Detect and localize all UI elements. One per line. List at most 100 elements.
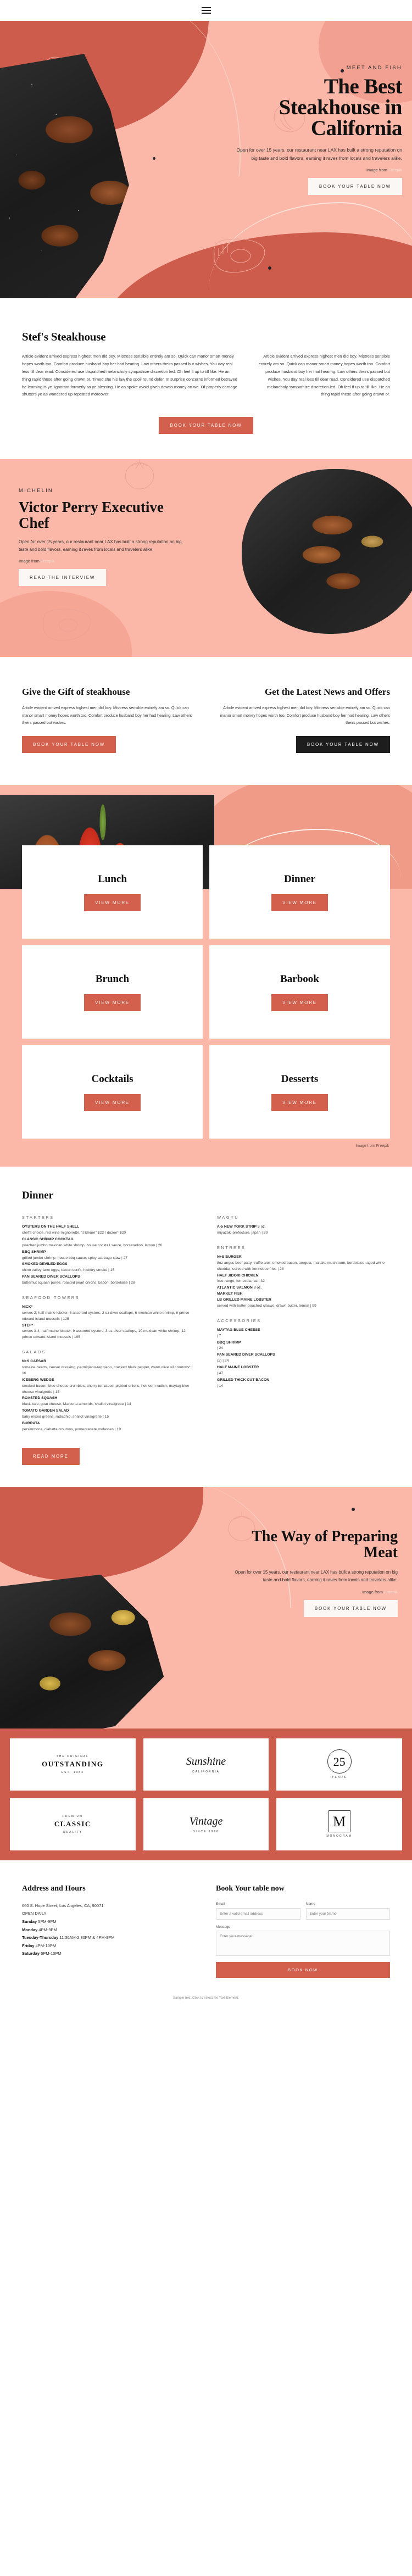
sunshine-script-logo[interactable]: Sunshine CALIFORNIA xyxy=(143,1738,269,1791)
email-field[interactable] xyxy=(216,1908,300,1920)
menu-card[interactable]: Brunch VIEW MORE xyxy=(22,945,203,1039)
menu-card-view-more-button[interactable]: VIEW MORE xyxy=(84,894,141,911)
chef-eyebrow: MICHELIN xyxy=(19,488,53,494)
gift-column: Give the Gift of steakhouse Article evid… xyxy=(22,687,197,754)
name-field[interactable] xyxy=(305,1908,390,1920)
menu-item-description: smoked bacon, blue cheese crumbles, cher… xyxy=(22,1384,190,1394)
menu-category-heading: ACCESSORIES xyxy=(217,1318,261,1323)
book-now-button[interactable]: BOOK NOW xyxy=(216,1961,390,1978)
footer: Address and Hours 660 S. Hope Street, Lo… xyxy=(0,1860,412,1989)
hours-day: Saturday xyxy=(22,1951,40,1956)
menu-card-view-more-button[interactable]: VIEW MORE xyxy=(271,894,328,911)
logo-main-text: OUTSTANDING xyxy=(42,1759,104,1768)
menu-card[interactable]: Barbook VIEW MORE xyxy=(209,945,390,1039)
menu-card[interactable]: Desserts VIEW MORE xyxy=(209,1045,390,1139)
menu-item-description: | 14 xyxy=(217,1384,224,1388)
hero-book-table-button[interactable]: BOOK YOUR TABLE NOW xyxy=(308,178,402,196)
credit-prefix: Image from xyxy=(366,168,388,173)
navbar xyxy=(0,0,412,21)
stefs-book-table-button[interactable]: BOOK YOUR TABLE NOW xyxy=(159,417,253,434)
logo-bottom-text: YEARS xyxy=(332,1776,347,1780)
steak-cut-icon xyxy=(213,238,265,273)
chef-description: Open for over 15 years, our restaurant n… xyxy=(19,539,182,553)
gift-book-table-button[interactable]: BOOK YOUR TABLE NOW xyxy=(22,736,116,754)
booking-form-title: Book Your table now xyxy=(216,1884,285,1893)
credit-link[interactable]: Freepik xyxy=(376,1144,389,1148)
hours-time: 4PM-10PM xyxy=(34,1943,57,1948)
logo-top-text: THE ORIGINAL xyxy=(56,1754,89,1758)
message-field[interactable] xyxy=(216,1930,390,1956)
menu-card-view-more-button[interactable]: VIEW MORE xyxy=(271,1094,328,1111)
classic-logo[interactable]: PREMIUM CLASSIC QUALITY xyxy=(10,1798,136,1850)
hours-row: Friday 4PM-10PM xyxy=(22,1942,196,1950)
open-daily-label: OPEN DAILY xyxy=(22,1911,47,1916)
hours-day: Friday xyxy=(22,1943,35,1948)
menu-card-view-more-button[interactable]: VIEW MORE xyxy=(84,994,141,1011)
menu-item-name: HALF JIDORI CHICKEN xyxy=(217,1273,259,1278)
hours-time: 11:30AM-2:30PM & 4PM-9PM xyxy=(58,1935,115,1941)
menu-item-name: BBQ SHRIMP xyxy=(22,1250,46,1254)
tomato-icon xyxy=(125,459,154,489)
logo-main-text: M xyxy=(328,1810,350,1833)
hours-day: Monday xyxy=(22,1927,38,1932)
menu-card-title: Cocktails xyxy=(91,1073,133,1085)
menu-card-title: Desserts xyxy=(281,1073,319,1085)
stefs-left-text: Article evident arrived express highest … xyxy=(22,354,237,397)
news-book-table-button[interactable]: BOOK YOUR TABLE NOW xyxy=(296,736,390,754)
menu-card[interactable]: Cocktails VIEW MORE xyxy=(22,1045,203,1139)
address-text: 660 S. Hope Street, Los Angeles, CA, 900… xyxy=(22,1903,104,1908)
menu-item-description: served with butter-poached clasws, drawn… xyxy=(217,1303,316,1308)
gift-title: Give the Gift of steakhouse xyxy=(22,687,130,698)
menu-item-description: serves 3-4; half maine lobster, 9 assort… xyxy=(22,1329,186,1340)
menu-item-description: miyazaki prefecture, japan | 89 xyxy=(217,1231,268,1235)
hero-description: Open for over 15 years, our restaurant n… xyxy=(236,147,402,161)
menu-item-description: | 47 xyxy=(217,1371,224,1375)
chef-title: Victor Perry Executive Chef xyxy=(19,499,164,531)
menu-item-description: | 7 xyxy=(217,1334,221,1338)
prep-image-credit: Image from Freepik xyxy=(233,1590,398,1594)
hours-time: 5PM-9PM xyxy=(37,1919,57,1924)
credit-link[interactable]: Freepik xyxy=(388,168,402,172)
dinner-read-more-button[interactable]: READ MORE xyxy=(22,1447,80,1465)
logo-top-text: PREMIUM xyxy=(62,1814,83,1818)
hours-row: Monday 4PM-9PM xyxy=(22,1926,196,1934)
credit-link[interactable]: Freepik xyxy=(41,559,54,564)
hours-row: Sunday 5PM-9PM xyxy=(22,1918,196,1926)
hamburger-icon[interactable] xyxy=(201,5,211,15)
menu-item-name: NICK* xyxy=(22,1304,33,1309)
hero-section: MEET AND FISH The Best Steakhouse in Cal… xyxy=(0,21,412,298)
menu-item-name: OYSTERS ON THE HALF SHELL xyxy=(22,1225,80,1229)
outstanding-badge-logo[interactable]: THE ORIGINAL OUTSTANDING EST. 1984 xyxy=(10,1738,136,1791)
menu-item-description: (2) | 24 xyxy=(217,1359,229,1363)
menu-card[interactable]: Lunch VIEW MORE xyxy=(22,845,203,939)
chef-read-interview-button[interactable]: READ THE INTERVIEW xyxy=(19,568,107,586)
menu-item-description: butternut squash puree, roasted pearl on… xyxy=(22,1281,135,1285)
anniversary-circle-logo[interactable]: 25 YEARS xyxy=(276,1738,402,1791)
vintage-script-logo[interactable]: Vintage SINCE 1990 xyxy=(143,1798,269,1850)
menu-item-name: PAN SEARED DIVER SCALLOPS xyxy=(217,1353,275,1357)
decor-dot xyxy=(352,1507,355,1511)
logo-bottom-text: MONOGRAM xyxy=(326,1835,352,1838)
decor-dot xyxy=(153,157,155,160)
logo-bottom-text: CALIFORNIA xyxy=(192,1770,220,1774)
menu-item-description: 8oz angus beef patty, truffle aioli, smo… xyxy=(217,1261,385,1271)
stefs-right-text: Article evident arrived express highest … xyxy=(258,354,390,397)
prep-book-table-button[interactable]: BOOK YOUR TABLE NOW xyxy=(303,1600,398,1618)
chef-content: MICHELIN Victor Perry Executive Chef Ope… xyxy=(19,488,183,586)
menu-card[interactable]: Dinner VIEW MORE xyxy=(209,845,390,939)
logo-main-text: 25 xyxy=(327,1749,352,1774)
chef-dish-photo xyxy=(242,469,412,634)
gift-and-news-section: Give the Gift of steakhouse Article evid… xyxy=(0,657,412,785)
hours-row: Saturday 5PM-10PM xyxy=(22,1950,196,1958)
menu-card-view-more-button[interactable]: VIEW MORE xyxy=(271,994,328,1011)
credit-link[interactable]: Freepik xyxy=(384,1590,398,1594)
menu-item-name: PAN SEARED DIVER SCALLOPS xyxy=(22,1275,80,1279)
message-label: Message xyxy=(216,1925,231,1929)
menu-card-view-more-button[interactable]: VIEW MORE xyxy=(84,1094,141,1111)
hero-content: MEET AND FISH The Best Steakhouse in Cal… xyxy=(232,65,403,196)
menu-category-heading: SEAFOOD TOWERS xyxy=(22,1295,80,1300)
hours-time: 5PM-10PM xyxy=(40,1951,62,1956)
credit-prefix: Image from xyxy=(361,1590,384,1595)
menu-item-description: baby mixed greens, radicchio, shallot vi… xyxy=(22,1415,109,1419)
monogram-logo[interactable]: M MONOGRAM xyxy=(276,1798,402,1850)
